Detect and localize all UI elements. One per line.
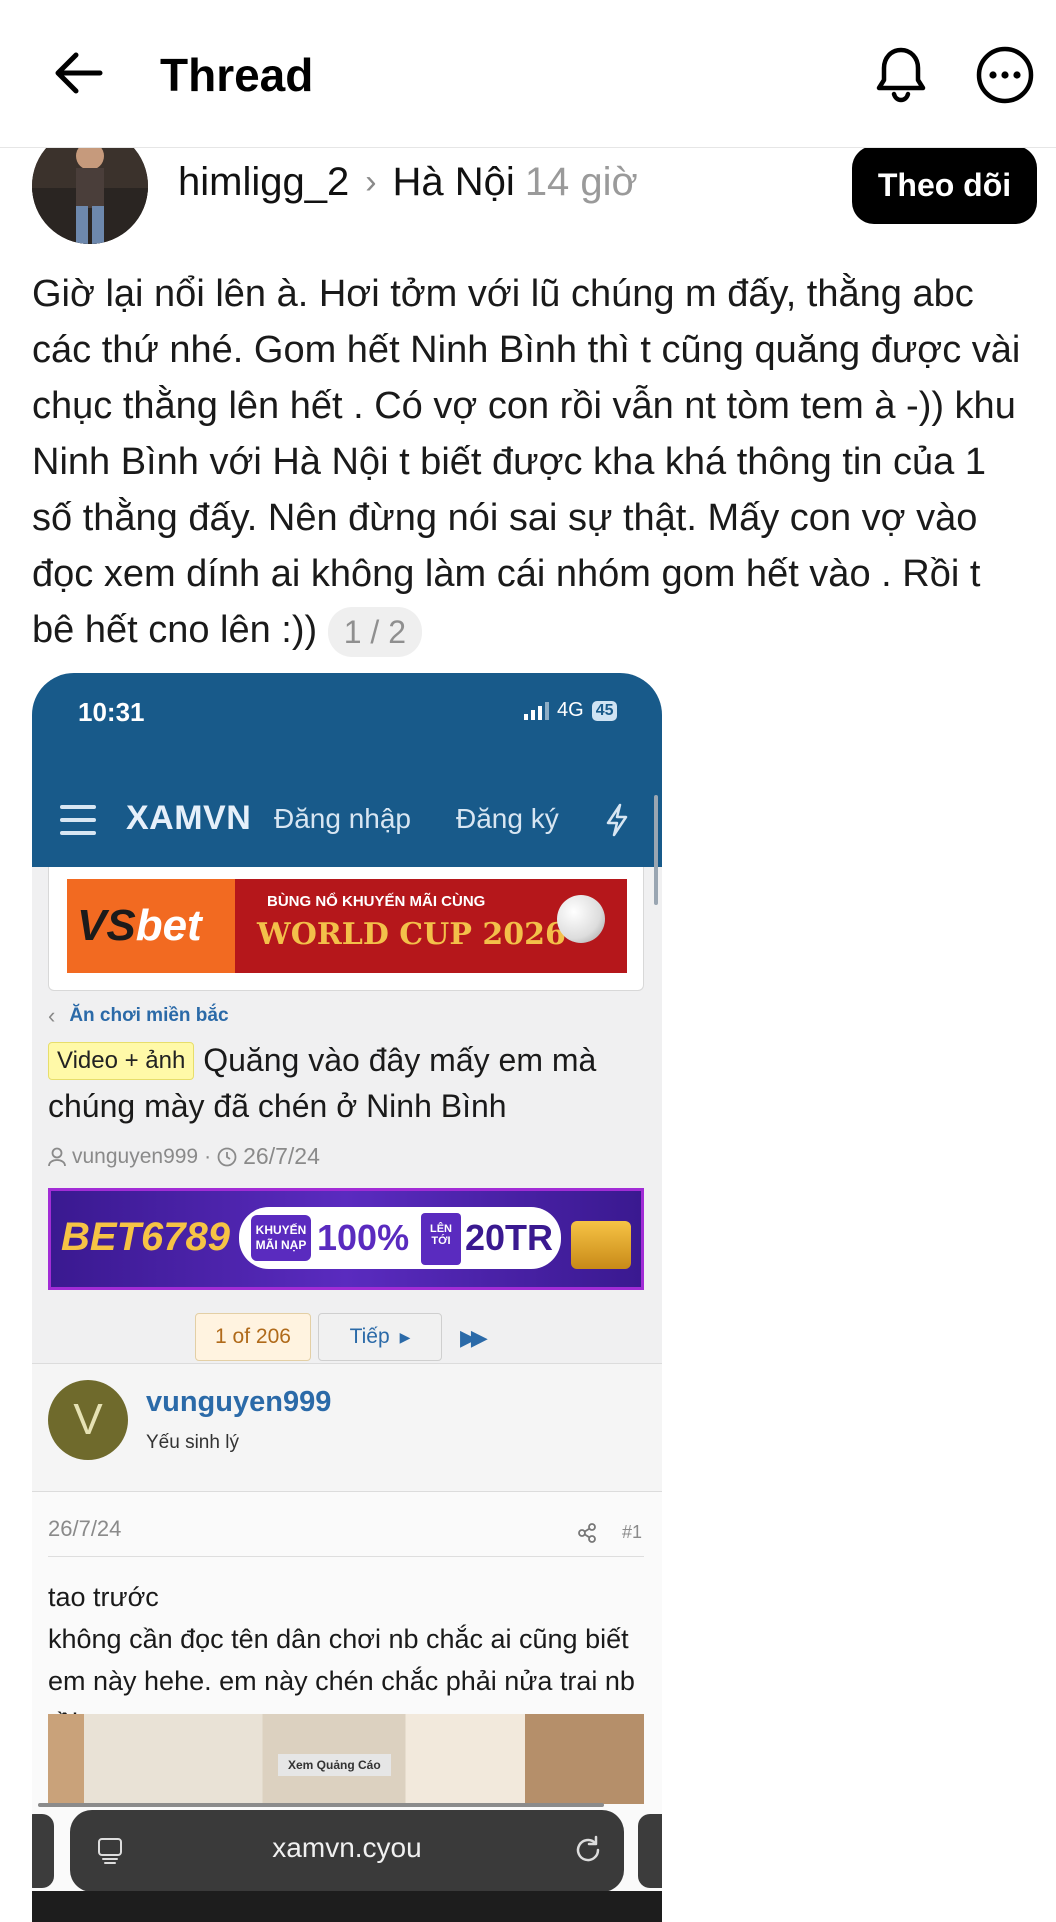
browser-footer bbox=[32, 1891, 662, 1922]
notifications-button[interactable] bbox=[870, 44, 932, 106]
chevron-right-icon: › bbox=[365, 163, 377, 201]
ad2-upto: LÊN TỚI bbox=[421, 1213, 461, 1265]
forum-post-date: 26/7/24 bbox=[48, 1516, 122, 1541]
poster-info: V vunguyen999 Yếu sinh lý bbox=[32, 1364, 662, 1492]
last-page-icon[interactable]: ▶▶ bbox=[460, 1325, 488, 1351]
poster-name[interactable]: vunguyen999 bbox=[146, 1386, 331, 1419]
user-icon bbox=[48, 1147, 66, 1166]
bet6789-banner[interactable]: BET6789 KHUYẾN MÃI NẠP 100% LÊN TỚI 20TR bbox=[48, 1188, 644, 1290]
ad2-promo: KHUYẾN MÃI NẠP bbox=[251, 1215, 311, 1261]
network-label: 4G bbox=[557, 699, 584, 721]
ad-view-label: Xem Quảng Cáo bbox=[278, 1754, 391, 1776]
poster-avatar[interactable]: V bbox=[48, 1380, 128, 1460]
attached-image[interactable]: 10:31 4G 45 XAMVN Đăng nhập Đăng ký VSbe… bbox=[32, 673, 662, 1922]
pagination: 1 of 206 Tiếp ▶ ▶▶ bbox=[32, 1313, 662, 1363]
share-icon[interactable] bbox=[576, 1522, 598, 1544]
next-tab-edge[interactable] bbox=[638, 1814, 662, 1888]
author-line: himligg_2 › Hà Nội 14 giờ bbox=[178, 160, 638, 205]
site-navbar: XAMVN Đăng nhập Đăng ký bbox=[32, 773, 662, 867]
ad2-percent: 100% bbox=[317, 1217, 410, 1258]
ad-headline: WORLD CUP 2026 bbox=[257, 917, 566, 952]
thread-date: 26/7/24 bbox=[243, 1143, 320, 1169]
status-indicators: 4G 45 bbox=[524, 699, 618, 722]
post-time: 14 giờ bbox=[524, 160, 638, 204]
browser-url-bar[interactable]: xamvn.cyou bbox=[70, 1810, 624, 1892]
chevron-left-icon: ‹ bbox=[48, 1003, 56, 1028]
thread-author[interactable]: vunguyen999 bbox=[72, 1145, 198, 1169]
follow-button[interactable]: Theo dõi bbox=[852, 146, 1037, 224]
page-title: Thread bbox=[160, 49, 314, 101]
forum-post-line-1: tao trước bbox=[48, 1582, 159, 1612]
prev-tab-edge[interactable] bbox=[32, 1814, 54, 1888]
ad-brand: VSbet bbox=[77, 901, 202, 950]
post-number[interactable]: #1 bbox=[622, 1522, 642, 1543]
bell-icon bbox=[876, 47, 926, 103]
home-indicator bbox=[38, 1803, 604, 1807]
menu-icon[interactable] bbox=[60, 805, 96, 835]
battery-icon: 45 bbox=[591, 700, 618, 721]
thread-meta: vunguyen999 · 26/7/24 bbox=[48, 1143, 320, 1170]
ad-tagline: BÙNG NỔ KHUYẾN MÃI CÙNG bbox=[267, 893, 486, 910]
arrow-left-icon bbox=[55, 52, 103, 94]
post-body-text: Giờ lại nổi lên à. Hơi tởm với lũ chúng … bbox=[32, 266, 1022, 658]
status-time: 10:31 bbox=[78, 697, 145, 727]
url-text: xamvn.cyou bbox=[272, 1832, 422, 1863]
status-bar: 10:31 4G 45 bbox=[32, 673, 662, 773]
divider bbox=[48, 1556, 644, 1557]
thread-tag: Video + ảnh bbox=[48, 1042, 195, 1080]
next-page-button[interactable]: Tiếp ▶ bbox=[318, 1313, 442, 1361]
poster-rank: Yếu sinh lý bbox=[146, 1432, 239, 1453]
breadcrumb-label: Ăn chơi miền bắc bbox=[69, 1005, 229, 1026]
bolt-icon[interactable] bbox=[604, 803, 630, 837]
vsbet-banner[interactable]: VSbet BÙNG NỔ KHUYẾN MÃI CÙNG WORLD CUP … bbox=[67, 879, 627, 973]
author-name[interactable]: himligg_2 bbox=[178, 160, 349, 205]
treasure-chest-icon bbox=[571, 1221, 631, 1269]
more-options-button[interactable] bbox=[976, 46, 1034, 104]
image-counter-badge: 1 / 2 bbox=[327, 606, 422, 657]
site-logo[interactable]: XAMVN bbox=[126, 799, 251, 838]
ad2-brand: BET6789 bbox=[61, 1215, 230, 1259]
thread-title: Video + ảnh Quăng vào đây mấy em mà chún… bbox=[48, 1037, 648, 1129]
community-name[interactable]: Hà Nội bbox=[393, 160, 515, 205]
register-link[interactable]: Đăng ký bbox=[456, 803, 559, 835]
back-button[interactable] bbox=[52, 46, 106, 100]
page-indicator[interactable]: 1 of 206 bbox=[195, 1313, 311, 1361]
post-text: Giờ lại nổi lên à. Hơi tởm với lũ chúng … bbox=[32, 273, 1021, 651]
clock-icon bbox=[217, 1147, 237, 1166]
reload-icon[interactable] bbox=[572, 1834, 604, 1866]
ad-container: VSbet BÙNG NỔ KHUYẾN MÃI CÙNG WORLD CUP … bbox=[48, 867, 644, 991]
scrollbar bbox=[654, 795, 658, 905]
next-page-label: Tiếp bbox=[349, 1325, 390, 1348]
meta-dot: · bbox=[204, 1144, 212, 1168]
signal-icon bbox=[524, 701, 549, 720]
caret-right-icon: ▶ bbox=[399, 1328, 411, 1345]
more-horizontal-icon bbox=[976, 46, 1034, 104]
top-bar: Thread bbox=[0, 0, 1056, 148]
breadcrumb[interactable]: ‹ Ăn chơi miền bắc bbox=[48, 1003, 229, 1029]
login-link[interactable]: Đăng nhập bbox=[274, 803, 411, 835]
football-icon bbox=[557, 895, 605, 943]
ad2-amount: 20TR bbox=[465, 1217, 554, 1258]
forum-post-image[interactable]: Xem Quảng Cáo bbox=[48, 1714, 644, 1804]
